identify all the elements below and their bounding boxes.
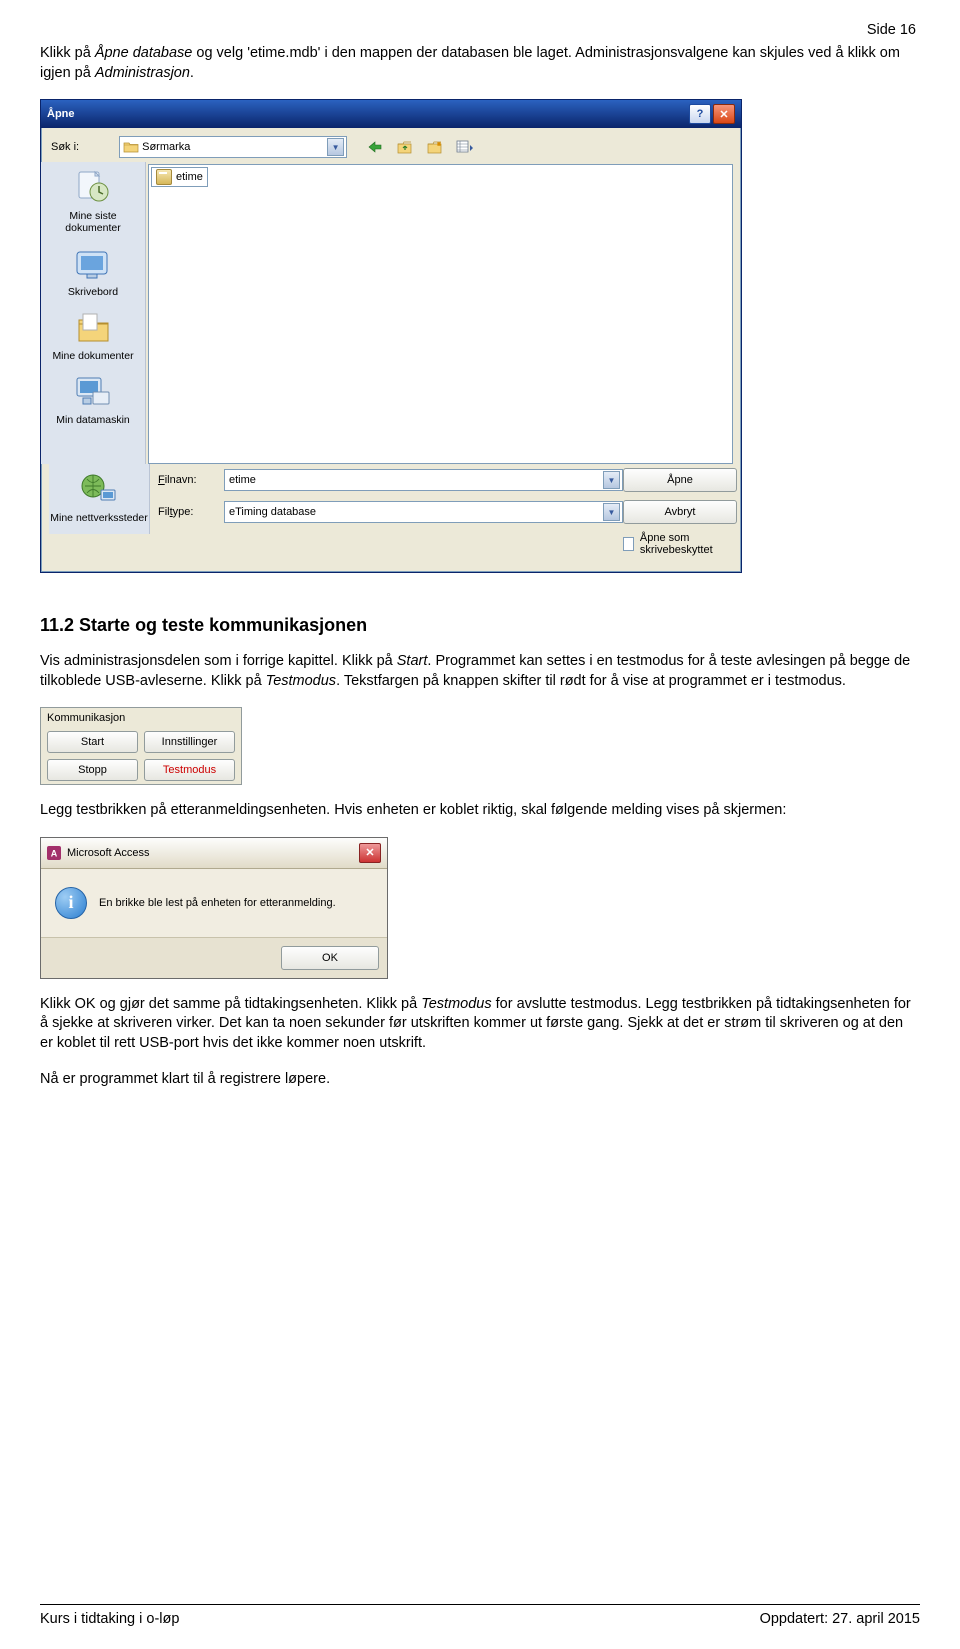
access-messagebox: A Microsoft Access ✕ i En brikke ble les… [40,837,388,979]
page-footer: Kurs i tidtaking i o-løp Oppdatert: 27. … [40,1604,920,1627]
messagebox-text: En brikke ble lest på enheten for ettera… [99,897,336,909]
place-desktop[interactable]: Skrivebord [47,244,139,298]
italic-text: Åpne database [95,45,193,61]
filename-value: etime [229,474,256,486]
text: Klikk på [40,45,95,61]
file-list[interactable]: etime [148,164,733,464]
footer-right: Oppdatert: 27. april 2015 [760,1611,920,1627]
back-button[interactable] [363,136,387,158]
filename-label: Filnavn: [158,474,216,486]
place-label: Mine dokumenter [47,350,139,362]
text: Søk i: [51,141,79,153]
chevron-down-icon[interactable]: ▼ [327,138,344,156]
chevron-down-icon[interactable]: ▼ [603,471,620,489]
folder-combo[interactable]: Sørmarka ▼ [119,136,347,158]
dialog-form: Filnavn: etime ▼ Åpne Filtype: eTiming d… [158,464,733,564]
paragraph-5: Nå er programmet klart til å registrere … [40,1070,920,1090]
messagebox-footer: OK [41,937,387,978]
messagebox-titlebar: A Microsoft Access ✕ [41,838,387,869]
readonly-row[interactable]: Åpne som skrivebeskyttet [623,532,733,556]
readonly-label: Åpne som skrivebeskyttet [640,532,733,556]
page-number: Side 16 [867,22,916,38]
dialog-titlebar: Åpne ? ✕ [41,100,741,128]
close-button[interactable]: ✕ [359,843,381,863]
place-mydocs[interactable]: Mine dokumenter [47,308,139,362]
intro-paragraph: Klikk på Åpne database og velg 'etime.md… [40,44,920,83]
text: . Tekstfargen på knappen skifter til rød… [336,673,846,689]
close-button[interactable]: ✕ [713,104,735,124]
place-label: Skrivebord [47,286,139,298]
new-folder-button[interactable] [423,136,447,158]
innstillinger-button[interactable]: Innstillinger [144,731,235,753]
database-file-icon [156,169,172,185]
info-icon: i [55,887,87,919]
section-heading: 11.2 Starte og teste kommunikasjonen [40,615,920,636]
messagebox-body: i En brikke ble lest på enheten for ette… [41,869,387,937]
filetype-label: Filtype: [158,506,216,518]
file-name: etime [176,171,203,183]
open-file-dialog: Åpne ? ✕ Søk i: Sørmarka ▼ [40,99,742,573]
italic-text: Testmodus [266,673,336,689]
recent-documents-icon [71,168,115,208]
up-folder-button[interactable] [393,136,417,158]
stopp-button[interactable]: Stopp [47,759,138,781]
search-in-label: Søk i: [51,141,79,153]
help-button[interactable]: ? [689,104,711,124]
dialog-toolbar: Søk i: Sørmarka ▼ [41,128,741,162]
chevron-down-icon[interactable]: ▼ [603,503,620,521]
text: Vis administrasjonsdelen som i forrige k… [40,653,397,669]
dialog-title: Åpne [47,108,75,120]
access-app-icon: A [47,846,61,860]
paragraph-2: Vis administrasjonsdelen som i forrige k… [40,652,920,691]
text: ilnavn: [165,474,197,486]
my-documents-icon [71,308,115,348]
messagebox-title: Microsoft Access [67,847,150,859]
toolbar-icons [363,136,477,158]
network-places-icon [77,470,121,510]
footer-left: Kurs i tidtaking i o-løp [40,1611,179,1627]
start-button[interactable]: Start [47,731,138,753]
place-network[interactable]: Mine nettverkssteder [49,464,150,534]
svg-text:A: A [51,848,58,858]
text: . [190,65,194,81]
ok-button[interactable]: OK [281,946,379,970]
place-recent[interactable]: Mine siste dokumenter [47,168,139,234]
italic-text: Administrasjon [95,65,190,81]
place-label: Mine siste dokumenter [47,210,139,234]
folder-icon [124,140,138,154]
places-bar: Mine siste dokumenter Skrivebord Mine do… [41,162,146,464]
filetype-combo[interactable]: eTiming database ▼ [224,501,623,523]
readonly-checkbox[interactable] [623,537,634,551]
filename-input[interactable]: etime ▼ [224,469,623,491]
text: Klikk OK og gjør det samme på tidtakings… [40,996,421,1012]
folder-name: Sørmarka [142,141,190,153]
place-computer[interactable]: Min datamaskin [47,372,139,426]
desktop-icon [71,244,115,284]
kommunikasjon-panel: Kommunikasjon Start Innstillinger Stopp … [40,707,242,785]
cancel-button[interactable]: Avbryt [623,500,737,524]
panel-title: Kommunikasjon [41,708,241,728]
place-label: Mine nettverkssteder [50,512,147,524]
views-button[interactable] [453,136,477,158]
paragraph-3: Legg testbrikken på etteranmeldingsenhet… [40,801,920,821]
file-item[interactable]: etime [151,167,208,187]
italic-text: Testmodus [421,996,491,1012]
place-label: Min datamaskin [47,414,139,426]
my-computer-icon [71,372,115,412]
open-button[interactable]: Åpne [623,468,737,492]
testmodus-button[interactable]: Testmodus [144,759,235,781]
filetype-value: eTiming database [229,506,316,518]
paragraph-4: Klikk OK og gjør det samme på tidtakings… [40,995,920,1054]
italic-text: Start [397,653,428,669]
